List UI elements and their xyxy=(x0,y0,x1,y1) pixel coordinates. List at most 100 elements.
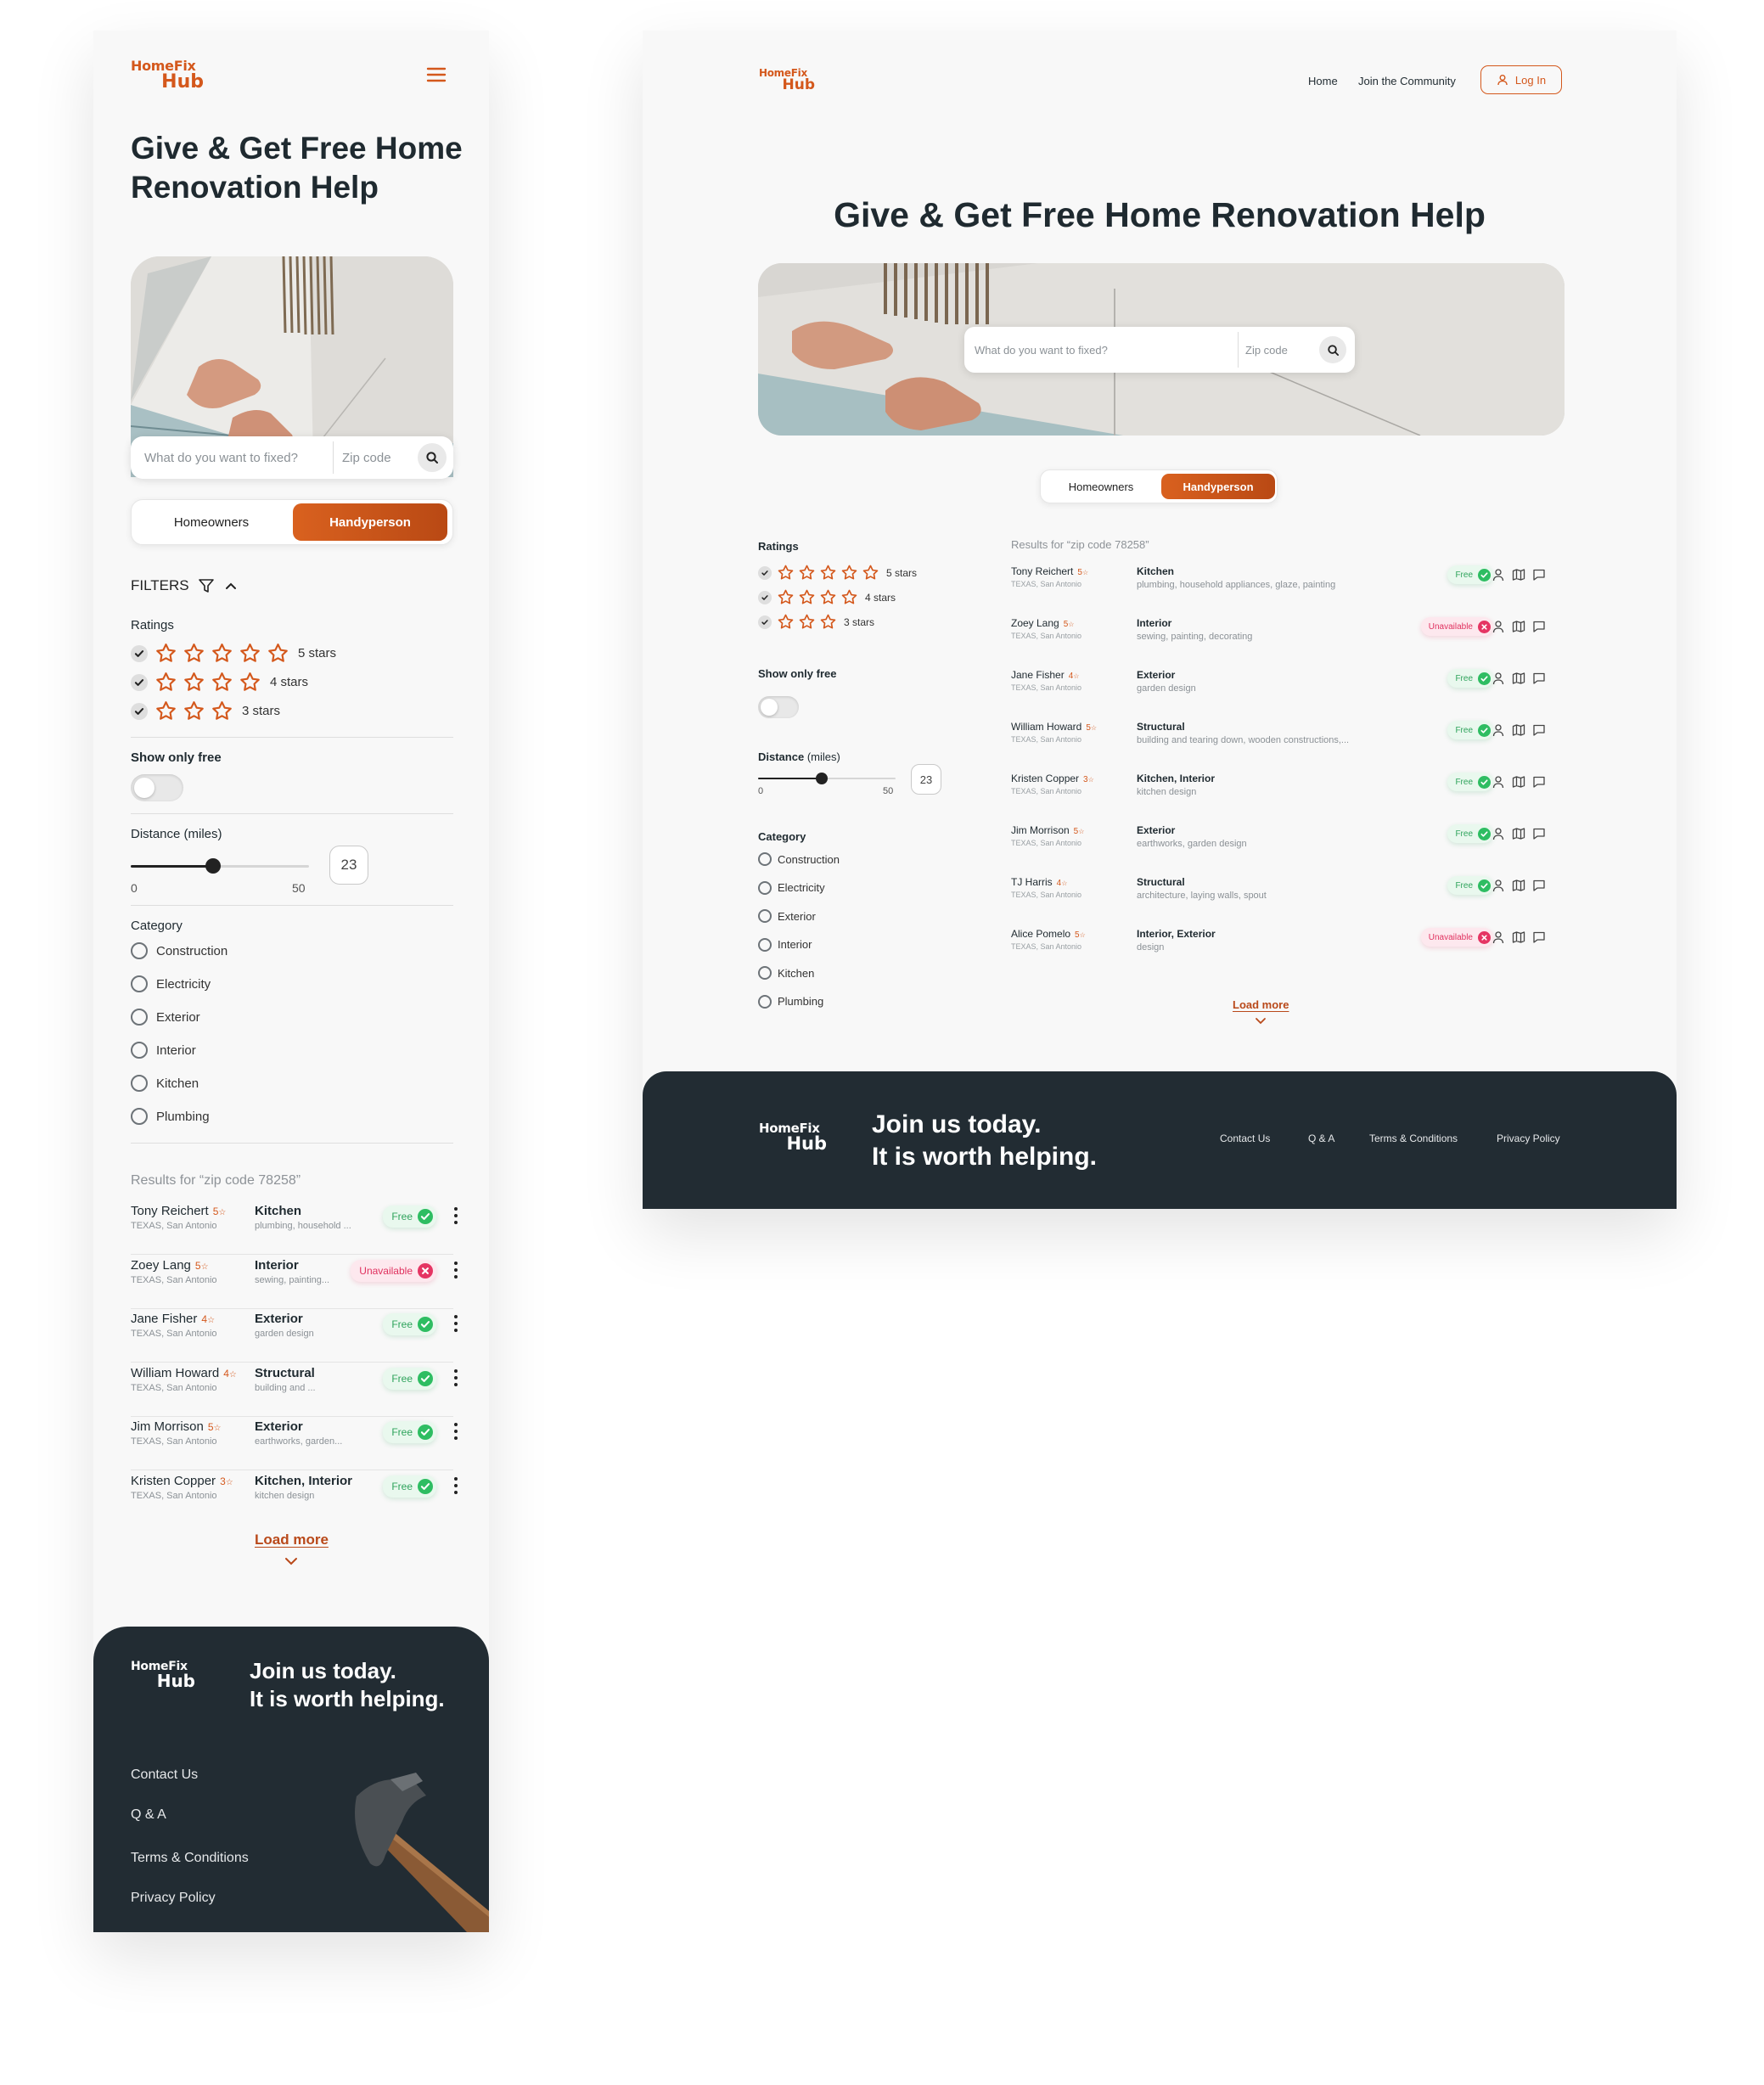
category-radio[interactable] xyxy=(131,942,148,959)
result-row[interactable]: William Howard 4☆ TEXAS, San Antonio Struct… xyxy=(131,1364,462,1417)
map-icon[interactable] xyxy=(1512,827,1525,840)
free-switch[interactable] xyxy=(131,774,183,801)
search-button[interactable] xyxy=(1319,336,1346,363)
more-vertical-icon[interactable] xyxy=(450,1260,462,1280)
nav-community[interactable]: Join the Community xyxy=(1358,75,1456,87)
distance-slider[interactable] xyxy=(131,858,309,874)
category-radio[interactable] xyxy=(758,994,772,1009)
category-radio[interactable] xyxy=(131,975,148,992)
user-icon[interactable] xyxy=(1492,930,1505,944)
rating-option[interactable]: 4 stars xyxy=(758,588,896,606)
brand-logo[interactable]: HomeFix Hub xyxy=(131,59,204,92)
toggle-homeowners[interactable]: Homeowners xyxy=(1044,474,1158,499)
map-icon[interactable] xyxy=(1512,723,1525,737)
footer-link-privacy[interactable]: Privacy Policy xyxy=(1497,1132,1560,1144)
footer-link-terms[interactable]: Terms & Conditions xyxy=(131,1851,249,1866)
distance-value[interactable]: 23 xyxy=(911,764,941,795)
category-option[interactable]: Interior xyxy=(131,1042,196,1059)
result-row[interactable]: Jim Morrison 5☆ TEXAS, San Antonio Exterior… xyxy=(1011,823,1571,870)
search-button[interactable] xyxy=(418,443,447,472)
footer-logo[interactable]: HomeFix Hub xyxy=(131,1661,195,1689)
toggle-handyperson[interactable]: Handyperson xyxy=(1161,474,1275,499)
category-option[interactable]: Plumbing xyxy=(131,1108,210,1125)
chat-icon[interactable] xyxy=(1532,568,1546,582)
result-row[interactable]: Alice Pomelo 5☆ TEXAS, San Antonio Interior… xyxy=(1011,926,1571,974)
category-option[interactable]: Exterior xyxy=(131,1009,200,1026)
user-icon[interactable] xyxy=(1492,620,1505,633)
chat-icon[interactable] xyxy=(1532,930,1546,944)
load-more-button[interactable]: Load more xyxy=(255,1531,329,1548)
more-vertical-icon[interactable] xyxy=(450,1475,462,1496)
more-vertical-icon[interactable] xyxy=(450,1205,462,1226)
category-option[interactable]: Kitchen xyxy=(758,966,814,980)
result-row[interactable]: TJ Harris 4☆ TEXAS, San Antonio Structural a… xyxy=(1011,874,1571,922)
result-row[interactable]: Tony Reichert 5☆ TEXAS, San Antonio Kitchen… xyxy=(1011,564,1571,611)
chat-icon[interactable] xyxy=(1532,775,1546,789)
menu-icon[interactable] xyxy=(426,66,447,83)
rating-option[interactable]: 3 stars xyxy=(758,613,874,631)
footer-link-contact[interactable]: Contact Us xyxy=(1220,1132,1270,1144)
rating-checkbox[interactable] xyxy=(758,565,772,580)
slider-knob[interactable] xyxy=(205,858,221,874)
chat-icon[interactable] xyxy=(1532,672,1546,685)
filters-header[interactable]: FILTERS xyxy=(131,577,239,594)
chevron-down-icon[interactable] xyxy=(1255,1015,1267,1031)
rating-option[interactable]: 4 stars xyxy=(131,671,308,694)
chat-icon[interactable] xyxy=(1532,723,1546,737)
distance-value[interactable]: 23 xyxy=(329,846,368,885)
nav-home[interactable]: Home xyxy=(1308,75,1338,87)
category-option[interactable]: Kitchen xyxy=(131,1075,199,1092)
category-option[interactable]: Electricity xyxy=(131,975,211,992)
footer-logo[interactable]: HomeFix Hub xyxy=(759,1122,827,1153)
toggle-handyperson[interactable]: Handyperson xyxy=(293,503,447,541)
category-option[interactable]: Plumbing xyxy=(758,994,823,1009)
category-radio[interactable] xyxy=(758,852,772,866)
result-row[interactable]: Jane Fisher 4☆ TEXAS, San Antonio Exterior g… xyxy=(131,1310,462,1363)
search-input[interactable]: What do you want to fixed? xyxy=(144,451,333,465)
zip-input[interactable]: Zip code xyxy=(1245,344,1288,357)
map-icon[interactable] xyxy=(1512,879,1525,892)
user-icon[interactable] xyxy=(1492,568,1505,582)
chat-icon[interactable] xyxy=(1532,620,1546,633)
map-icon[interactable] xyxy=(1512,672,1525,685)
category-option[interactable]: Exterior xyxy=(758,909,816,923)
footer-link-qa[interactable]: Q & A xyxy=(131,1807,166,1823)
map-icon[interactable] xyxy=(1512,620,1525,633)
login-button[interactable]: Log In xyxy=(1480,65,1562,94)
footer-link-privacy[interactable]: Privacy Policy xyxy=(131,1891,216,1906)
result-row[interactable]: Zoey Lang 5☆ TEXAS, San Antonio Interior sew… xyxy=(131,1256,462,1309)
rating-option[interactable]: 5 stars xyxy=(131,642,336,665)
map-icon[interactable] xyxy=(1512,775,1525,789)
toggle-homeowners[interactable]: Homeowners xyxy=(135,503,288,541)
rating-option[interactable]: 5 stars xyxy=(758,564,917,582)
category-radio[interactable] xyxy=(758,880,772,895)
load-more-button[interactable]: Load more xyxy=(1233,998,1289,1011)
more-vertical-icon[interactable] xyxy=(450,1421,462,1442)
chat-icon[interactable] xyxy=(1532,879,1546,892)
brand-logo[interactable]: HomeFix Hub xyxy=(759,68,815,93)
category-radio[interactable] xyxy=(758,937,772,952)
free-switch[interactable] xyxy=(758,696,799,718)
user-icon[interactable] xyxy=(1492,723,1505,737)
footer-link-contact[interactable]: Contact Us xyxy=(131,1767,198,1783)
result-row[interactable]: Zoey Lang 5☆ TEXAS, San Antonio Interior sew… xyxy=(1011,615,1571,663)
rating-checkbox[interactable] xyxy=(758,590,772,604)
zip-input[interactable]: Zip code xyxy=(342,451,391,465)
footer-link-qa[interactable]: Q & A xyxy=(1308,1132,1334,1144)
result-row[interactable]: Jim Morrison 5☆ TEXAS, San Antonio Exterior… xyxy=(131,1418,462,1470)
result-row[interactable]: Kristen Copper 3☆ TEXAS, San Antonio Kitche… xyxy=(1011,771,1571,818)
category-option[interactable]: Construction xyxy=(758,852,840,866)
rating-checkbox[interactable] xyxy=(131,644,148,662)
category-radio[interactable] xyxy=(131,1075,148,1092)
chat-icon[interactable] xyxy=(1532,827,1546,840)
category-radio[interactable] xyxy=(131,1108,148,1125)
rating-checkbox[interactable] xyxy=(758,615,772,629)
result-row[interactable]: Tony Reichert 5☆ TEXAS, San Antonio Kitchen… xyxy=(131,1202,462,1255)
rating-checkbox[interactable] xyxy=(131,702,148,720)
map-icon[interactable] xyxy=(1512,568,1525,582)
footer-link-terms[interactable]: Terms & Conditions xyxy=(1369,1132,1458,1144)
distance-slider[interactable] xyxy=(758,773,896,784)
more-vertical-icon[interactable] xyxy=(450,1368,462,1388)
user-icon[interactable] xyxy=(1492,775,1505,789)
slider-knob[interactable] xyxy=(815,773,828,784)
